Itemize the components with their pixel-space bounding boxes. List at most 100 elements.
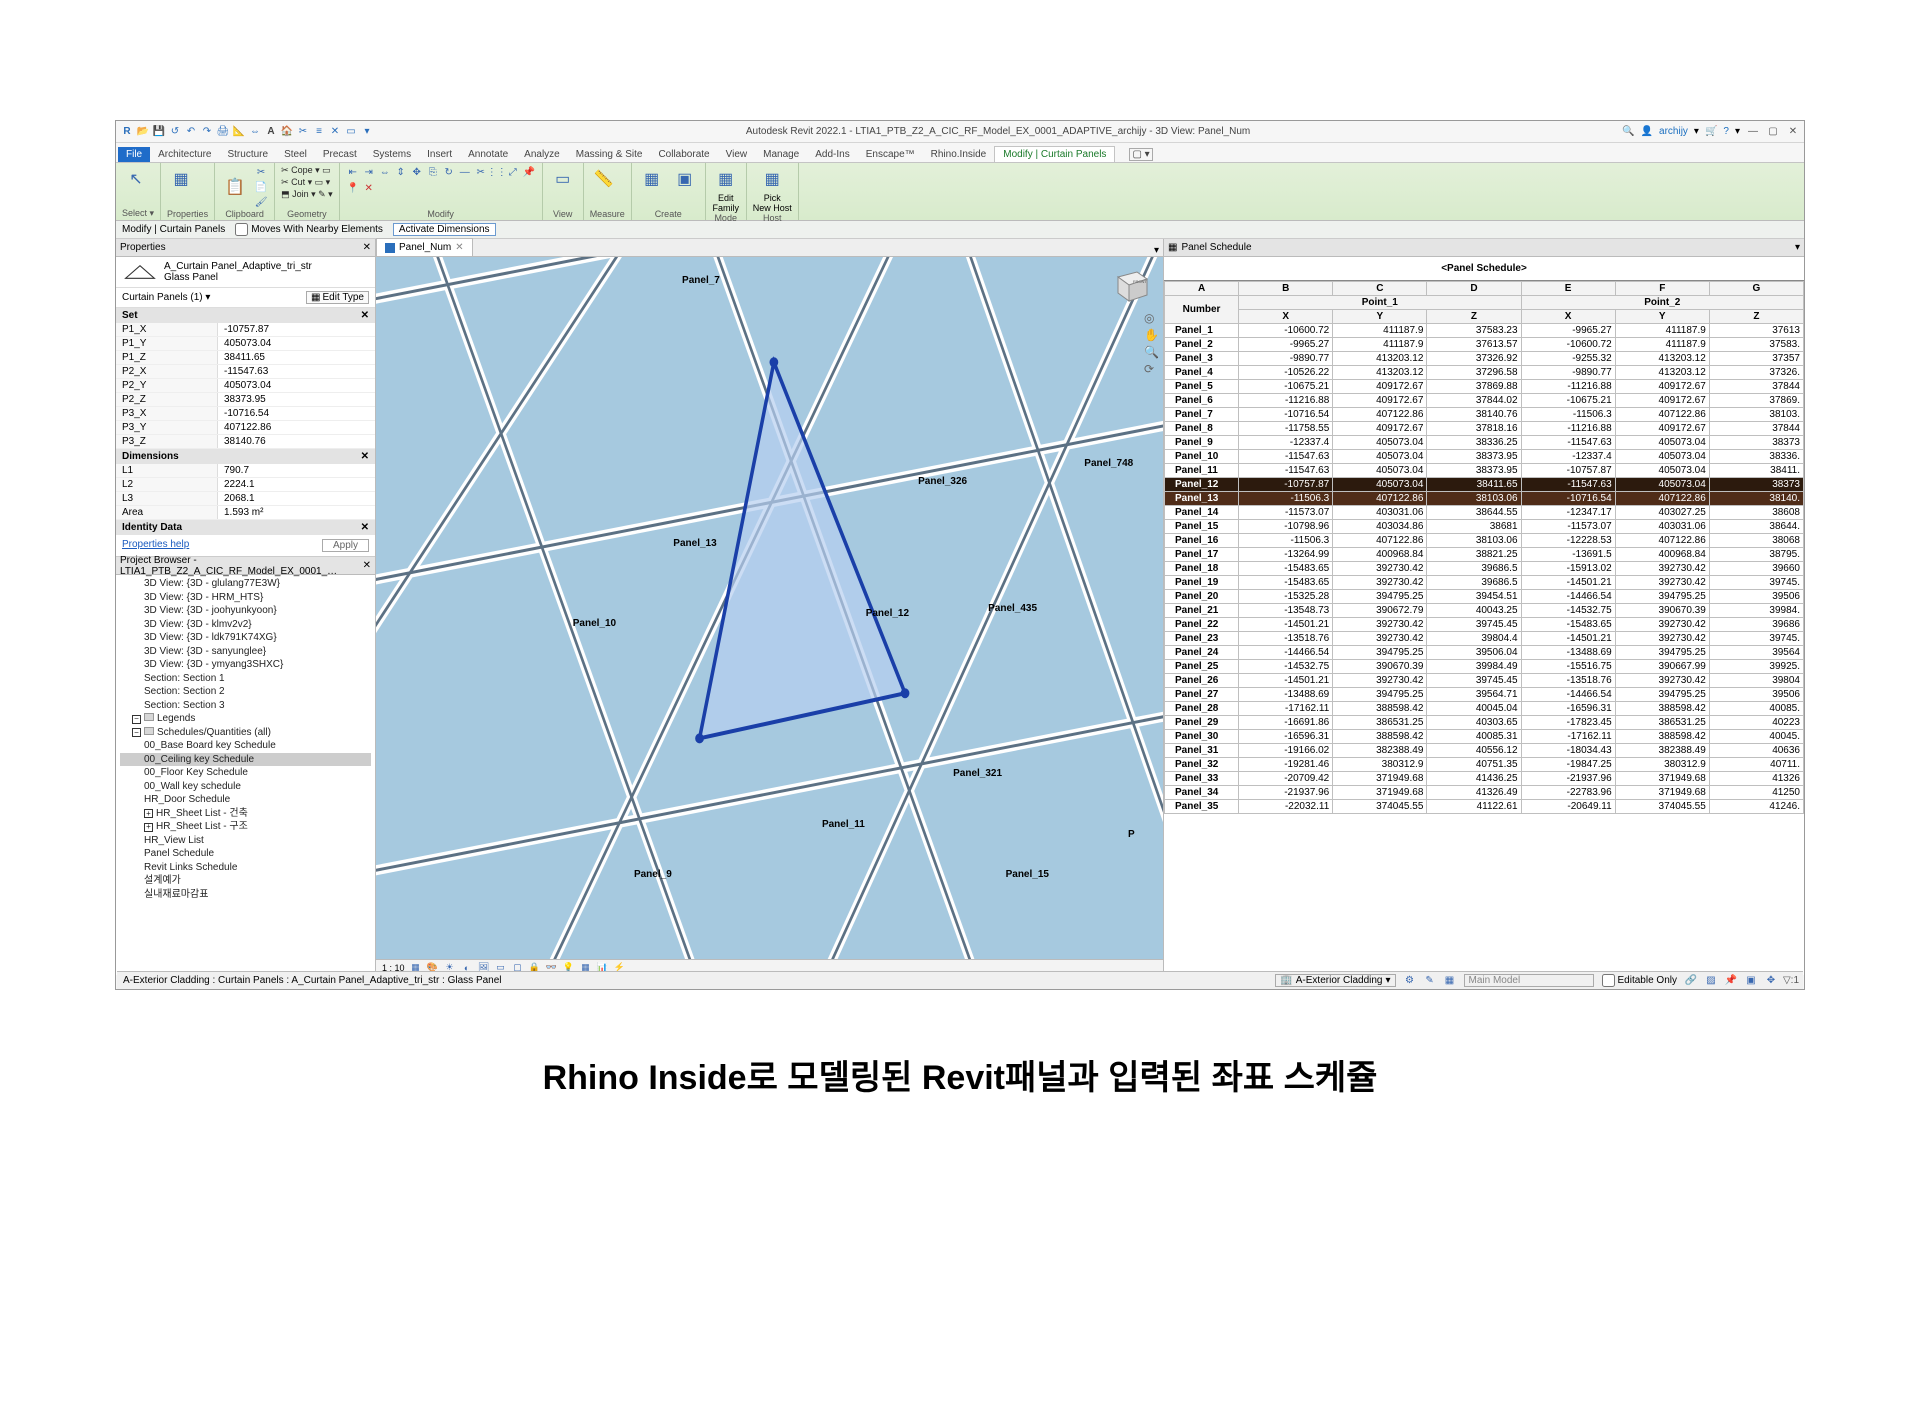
moves-with-nearby-checkbox[interactable]: Moves With Nearby Elements <box>235 223 383 236</box>
scale-icon[interactable]: ⤢ <box>506 165 520 179</box>
schedule-row[interactable]: Panel_30-16596.31388598.4240085.31-17162… <box>1165 730 1804 744</box>
pb-item[interactable]: Section: Section 1 <box>120 672 371 686</box>
prop-row[interactable]: P1_X-10757.87 <box>116 323 375 337</box>
orbit-icon[interactable]: ⟳ <box>1144 362 1159 376</box>
prop-row[interactable]: L1790.7 <box>116 464 375 478</box>
prop-row[interactable]: P2_X-11547.63 <box>116 365 375 379</box>
tab-analyze[interactable]: Analyze <box>516 147 568 162</box>
pb-item[interactable]: −Legends <box>120 712 371 726</box>
qat-dropdown-icon[interactable]: ▾ <box>360 125 374 139</box>
schedule-row[interactable]: Panel_35-22032.11374045.5541122.61-20649… <box>1165 800 1804 814</box>
view-tab-dropdown-icon[interactable]: ▾ <box>1150 245 1163 256</box>
schedule-row[interactable]: Panel_4-10526.22413203.1237296.58-9890.7… <box>1165 366 1804 380</box>
prop-group[interactable]: Identity Data✕ <box>116 520 375 535</box>
pb-item[interactable]: −Schedules/Quantities (all) <box>120 726 371 740</box>
view-cube[interactable]: FRONT <box>1107 263 1153 305</box>
unpin-icon[interactable]: 📍 <box>346 181 360 195</box>
schedule-row[interactable]: Panel_18-15483.65392730.4239686.5-15913.… <box>1165 562 1804 576</box>
schedule-row[interactable]: Panel_5-10675.21409172.6737869.88-11216.… <box>1165 380 1804 394</box>
measure-icon[interactable]: 📐 <box>232 125 246 139</box>
minimize-icon[interactable]: — <box>1746 125 1760 139</box>
schedule-row[interactable]: Panel_25-14532.75390670.3939984.49-15516… <box>1165 660 1804 674</box>
tab-file[interactable]: File <box>118 147 150 162</box>
move-icon[interactable]: ✥ <box>410 165 424 179</box>
pb-item[interactable]: 실내재료마감표 <box>120 888 371 902</box>
prop-row[interactable]: P1_Y405073.04 <box>116 337 375 351</box>
schedule-row[interactable]: Panel_22-14501.21392730.4239745.45-15483… <box>1165 618 1804 632</box>
prop-row[interactable]: P3_X-10716.54 <box>116 407 375 421</box>
select-links-icon[interactable]: 🔗 <box>1685 975 1697 987</box>
split-icon[interactable]: ✂ <box>474 165 488 179</box>
undo-icon[interactable]: ↶ <box>184 125 198 139</box>
prop-group[interactable]: Dimensions✕ <box>116 449 375 464</box>
prop-group[interactable]: Set✕ <box>116 308 375 323</box>
steering-wheel-icon[interactable]: ◎ <box>1144 311 1159 325</box>
pb-item[interactable]: HR_View List <box>120 834 371 848</box>
view-tab[interactable]: Panel_Num ✕ <box>376 238 473 256</box>
pb-item[interactable]: 3D View: {3D - joohyunkyoon} <box>120 604 371 618</box>
schedule-row[interactable]: Panel_32-19281.46380312.940751.35-19847.… <box>1165 758 1804 772</box>
select-pinned-icon[interactable]: 📌 <box>1725 975 1737 987</box>
prop-row[interactable]: P1_Z38411.65 <box>116 351 375 365</box>
tab-manage[interactable]: Manage <box>755 147 807 162</box>
trim-icon[interactable]: — <box>458 165 472 179</box>
pb-item[interactable]: 00_Floor Key Schedule <box>120 766 371 780</box>
mirror-draw-icon[interactable]: ⇕ <box>394 165 408 179</box>
matchtype-icon[interactable]: 🖌 <box>254 195 268 209</box>
editable-icon[interactable]: ✎ <box>1424 975 1436 987</box>
offset-icon[interactable]: ⇥ <box>362 165 376 179</box>
cart-icon[interactable]: 🛒 <box>1705 126 1717 137</box>
print-icon[interactable]: 🖨 <box>216 125 230 139</box>
rotate-icon[interactable]: ↻ <box>442 165 456 179</box>
editing-req-icon[interactable]: ▦ <box>1444 975 1456 987</box>
type-selector[interactable]: A_Curtain Panel_Adaptive_tri_str Glass P… <box>116 257 375 288</box>
workset-selector[interactable]: 🏢 A-Exterior Cladding ▾ <box>1275 974 1395 987</box>
redo-icon[interactable]: ↷ <box>200 125 214 139</box>
help-icon[interactable]: ? <box>1723 126 1729 137</box>
schedule-dropdown-icon[interactable]: ▾ <box>1795 242 1800 253</box>
schedule-row[interactable]: Panel_19-15483.65392730.4239686.5-14501.… <box>1165 576 1804 590</box>
view-icon[interactable]: ▭ <box>549 165 577 193</box>
tab-addins[interactable]: Add-Ins <box>807 147 857 162</box>
select-face-icon[interactable]: ▣ <box>1745 975 1757 987</box>
pin-icon[interactable]: 📌 <box>522 165 536 179</box>
pb-item[interactable]: 3D View: {3D - klmv2v2} <box>120 618 371 632</box>
pb-item[interactable]: HR_Door Schedule <box>120 793 371 807</box>
paste-icon[interactable]: 📋 <box>221 173 249 201</box>
schedule-row[interactable]: Panel_14-11573.07403031.0638644.55-12347… <box>1165 506 1804 520</box>
switch-windows-icon[interactable]: ▭ <box>344 125 358 139</box>
pb-item[interactable]: 3D View: {3D - ldk791K74XG} <box>120 631 371 645</box>
schedule-row[interactable]: Panel_8-11758.55409172.6737818.16-11216.… <box>1165 422 1804 436</box>
active-model-selector[interactable]: Main Model <box>1464 974 1594 987</box>
select-underlay-icon[interactable]: ▨ <box>1705 975 1717 987</box>
schedule-row[interactable]: Panel_31-19166.02382388.4940556.12-18034… <box>1165 744 1804 758</box>
prop-row[interactable]: P3_Z38140.76 <box>116 435 375 449</box>
close-icon[interactable]: ✕ <box>363 242 371 253</box>
drag-elements-icon[interactable]: ✥ <box>1765 975 1777 987</box>
create-group-icon[interactable]: ▣ <box>671 165 699 193</box>
cut-button[interactable]: ✂ Cut ▾ ▭ ▾ <box>281 177 330 188</box>
search-icon[interactable]: 🔍 <box>1622 126 1634 137</box>
pb-item[interactable]: 00_Base Board key Schedule <box>120 739 371 753</box>
prop-row[interactable]: P2_Y405073.04 <box>116 379 375 393</box>
maximize-icon[interactable]: ▢ <box>1766 125 1780 139</box>
tab-enscape[interactable]: Enscape™ <box>858 147 923 162</box>
schedule-row[interactable]: Panel_21-13548.73390672.7940043.25-14532… <box>1165 604 1804 618</box>
tab-architecture[interactable]: Architecture <box>150 147 219 162</box>
cope-button[interactable]: ✂ Cope ▾ ▭ <box>281 165 331 176</box>
align-icon[interactable]: ⇤ <box>346 165 360 179</box>
tab-rhinoinside[interactable]: Rhino.Inside <box>923 147 995 162</box>
tab-annotate[interactable]: Annotate <box>460 147 516 162</box>
pb-item[interactable]: 3D View: {3D - sanyunglee} <box>120 645 371 659</box>
tab-view[interactable]: View <box>718 147 756 162</box>
schedule-row[interactable]: Panel_33-20709.42371949.6841436.25-21937… <box>1165 772 1804 786</box>
close-icon[interactable]: ✕ <box>363 560 371 571</box>
schedule-row[interactable]: Panel_11-11547.63405073.0438373.95-10757… <box>1165 464 1804 478</box>
pb-item[interactable]: 3D View: {3D - HRM_HTS} <box>120 591 371 605</box>
favorites-icon[interactable]: ▾ <box>1694 126 1699 137</box>
zoom-icon[interactable]: 🔍 <box>1144 345 1159 359</box>
pb-item[interactable]: Section: Section 2 <box>120 685 371 699</box>
schedule-row[interactable]: Panel_12-10757.87405073.0438411.65-11547… <box>1165 478 1804 492</box>
tab-insert[interactable]: Insert <box>419 147 460 162</box>
apply-button[interactable]: Apply <box>322 539 369 552</box>
